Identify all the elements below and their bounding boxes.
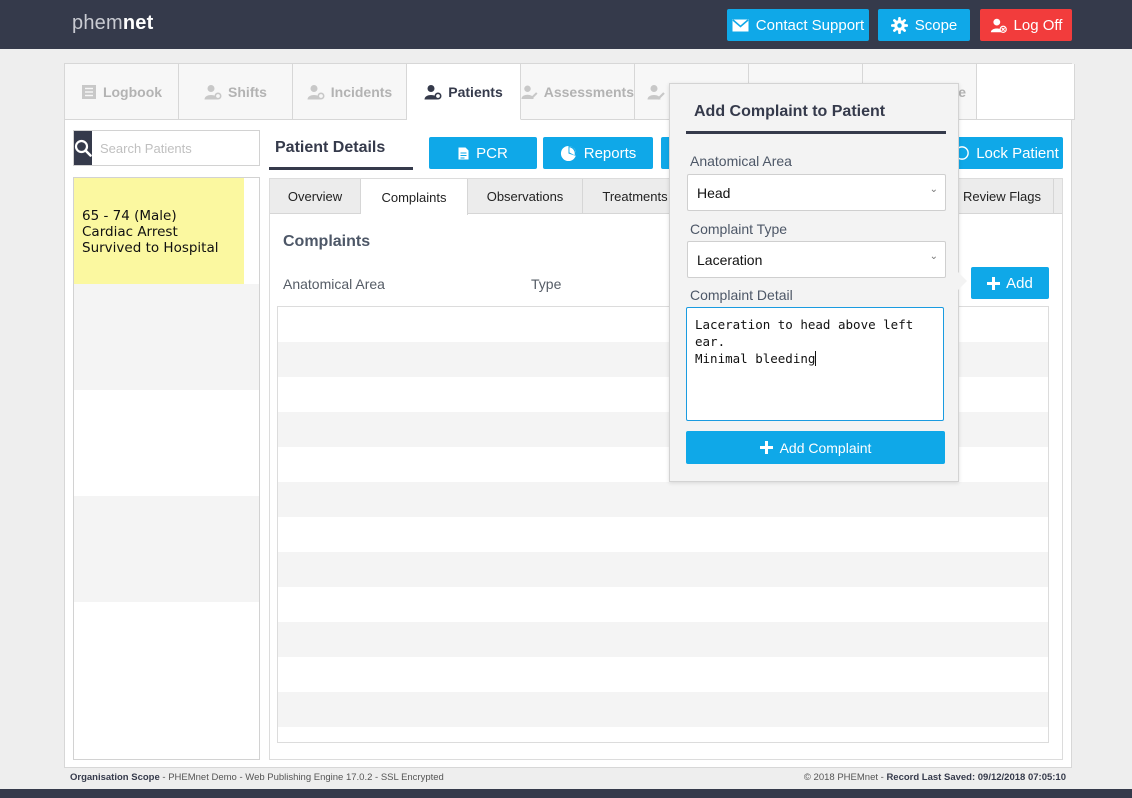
footer-left: Organisation Scope - PHEMnet Demo - Web … xyxy=(70,772,444,783)
tab-incidents[interactable]: Incidents xyxy=(293,64,407,120)
subtab-overview[interactable]: Overview xyxy=(270,179,361,214)
table-row xyxy=(278,482,1048,517)
anatomical-area-label: Anatomical Area xyxy=(690,153,792,169)
tab-assessments[interactable]: Assessments xyxy=(521,64,635,120)
app-logo[interactable]: phemnet xyxy=(72,12,153,35)
subtab-complaints[interactable]: Complaints xyxy=(361,179,468,215)
plus-icon xyxy=(759,441,773,454)
add-complaint-popover: Add Complaint to Patient Anatomical Area… xyxy=(669,83,959,482)
subtab-review-flags[interactable]: Review Flags xyxy=(950,179,1054,214)
subtab-observations[interactable]: Observations xyxy=(468,179,583,214)
patient-list-item[interactable]: 65 - 74 (Male) Cardiac Arrest Survived t… xyxy=(74,178,244,284)
patient-details-title: Patient Details xyxy=(269,130,413,170)
footer-right: © 2018 PHEMnet - Record Last Saved: 09/1… xyxy=(803,772,1066,783)
bottom-bar xyxy=(0,789,1132,798)
top-bar: phemnet Contact Support Scope Log Off xyxy=(0,0,1132,49)
list-stripe xyxy=(74,496,259,602)
tab-logbook[interactable]: Logbook xyxy=(65,64,179,120)
chevron-down-icon: ⌄ xyxy=(929,251,938,262)
user-logout-icon xyxy=(990,18,1007,33)
scope-button[interactable]: Scope xyxy=(878,9,970,41)
list-stripe xyxy=(74,284,259,390)
anatomical-area-select[interactable]: Head ⌄ xyxy=(687,174,946,211)
patient-search xyxy=(73,130,276,166)
user-edit-icon xyxy=(647,84,665,100)
table-row xyxy=(278,587,1048,622)
tab-shifts[interactable]: Shifts xyxy=(179,64,293,120)
table-row xyxy=(278,657,1048,692)
log-off-button[interactable]: Log Off xyxy=(980,9,1072,41)
table-row xyxy=(278,552,1048,587)
table-row xyxy=(278,517,1048,552)
search-input[interactable] xyxy=(92,131,276,165)
table-row xyxy=(278,692,1048,727)
text-cursor xyxy=(815,351,817,366)
add-complaint-toggle-button[interactable]: Add xyxy=(971,267,1049,299)
pie-chart-icon xyxy=(560,145,576,161)
table-row xyxy=(278,727,1048,742)
user-edit-icon xyxy=(521,84,538,99)
column-header-anatomical-area: Anatomical Area xyxy=(283,276,385,292)
search-icon xyxy=(74,139,92,157)
column-header-type: Type xyxy=(531,276,562,292)
popover-arrow xyxy=(958,272,967,290)
complaints-heading: Complaints xyxy=(283,233,371,250)
complaint-detail-textarea[interactable]: Laceration to head above left ear. Minim… xyxy=(686,307,944,421)
patient-condition: Cardiac Arrest xyxy=(82,224,178,240)
popover-title: Add Complaint to Patient xyxy=(686,84,946,134)
user-cog-icon xyxy=(424,84,442,100)
table-row xyxy=(278,622,1048,657)
complaint-type-select[interactable]: Laceration ⌄ xyxy=(687,241,946,278)
tab-blank xyxy=(977,64,1075,120)
user-cog-icon xyxy=(307,84,325,100)
patient-age-sex: 65 - 74 (Male) xyxy=(82,208,177,224)
add-complaint-button[interactable]: Add Complaint xyxy=(686,431,945,464)
complaint-detail-label: Complaint Detail xyxy=(690,287,793,303)
tab-patients[interactable]: Patients xyxy=(407,64,521,120)
contact-support-button[interactable]: Contact Support xyxy=(727,9,869,41)
complaint-type-label: Complaint Type xyxy=(690,221,788,237)
patient-outcome: Survived to Hospital xyxy=(82,240,219,256)
patient-list: 65 - 74 (Male) Cardiac Arrest Survived t… xyxy=(73,177,260,760)
chevron-down-icon: ⌄ xyxy=(929,184,938,195)
gear-icon xyxy=(890,16,908,34)
envelope-icon xyxy=(732,18,749,31)
reports-button[interactable]: Reports xyxy=(543,137,653,169)
lock-patient-button[interactable]: Lock Patient xyxy=(951,137,1063,169)
user-cog-icon xyxy=(204,84,222,100)
logbook-icon xyxy=(81,84,96,99)
plus-icon xyxy=(987,276,1001,290)
search-button[interactable] xyxy=(74,131,92,165)
pcr-button[interactable]: PCR xyxy=(429,137,537,169)
document-icon xyxy=(458,147,469,159)
